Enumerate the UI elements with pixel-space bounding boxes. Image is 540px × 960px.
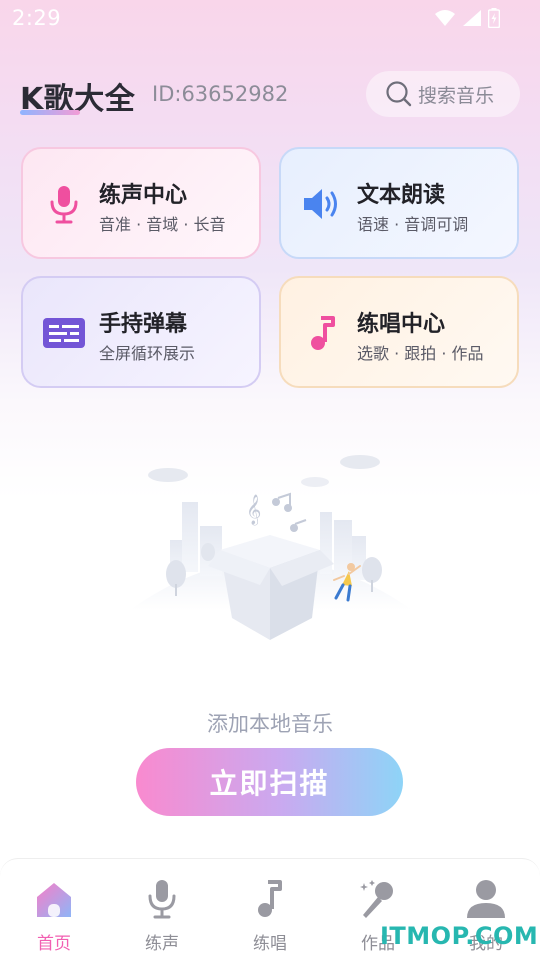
nav-item-vocal[interactable]: 练声 — [108, 859, 216, 960]
magic-mic-icon — [360, 880, 393, 918]
card-title: 手持弹幕 — [99, 312, 188, 337]
user-icon — [467, 880, 505, 918]
nav-label: 首页 — [37, 934, 71, 954]
scan-button[interactable]: 立即扫描 — [136, 748, 403, 816]
subtitles-icon — [43, 318, 85, 348]
nav-item-singing[interactable]: 练唱 — [216, 859, 324, 960]
card-subtitle: 语速 · 音调可调 — [357, 215, 469, 234]
nav-item-home[interactable]: 首页 — [0, 859, 108, 960]
card-text-reading[interactable]: 文本朗读 语速 · 音调可调 — [279, 147, 519, 259]
music-note-icon — [311, 316, 335, 350]
card-title: 练声中心 — [99, 183, 188, 208]
nav-label: 练唱 — [253, 934, 287, 954]
card-handheld-barrage[interactable]: 手持弹幕 全屏循环展示 — [21, 276, 261, 388]
home-icon — [37, 883, 71, 917]
nav-label: 练声 — [145, 934, 179, 954]
svg-text:𝄞: 𝄞 — [246, 494, 261, 526]
microphone-icon — [148, 880, 176, 919]
card-vocal-training[interactable]: 练声中心 音准 · 音域 · 长音 — [21, 147, 261, 259]
header: K歌大全 ID:63652982 搜索音乐 — [0, 68, 540, 118]
card-title: 练唱中心 — [357, 312, 446, 337]
microphone-icon — [50, 186, 78, 224]
status-bar: 2:29 — [0, 0, 540, 40]
battery-charging-icon — [488, 8, 500, 28]
speaker-icon — [304, 189, 337, 219]
watermark: ITMOP.COM — [380, 922, 539, 950]
card-title: 文本朗读 — [357, 183, 446, 208]
search-icon — [386, 81, 412, 107]
card-singing-center[interactable]: 练唱中心 选歌 · 跟拍 · 作品 — [279, 276, 519, 388]
card-subtitle: 音准 · 音域 · 长音 — [99, 215, 226, 234]
wifi-icon — [435, 10, 455, 26]
empty-music-illustration: 𝄞 — [130, 455, 412, 640]
search-box[interactable]: 搜索音乐 — [366, 71, 520, 117]
status-time: 2:29 — [12, 6, 62, 30]
status-icons — [434, 7, 500, 29]
search-placeholder: 搜索音乐 — [418, 84, 495, 107]
card-subtitle: 选歌 · 跟拍 · 作品 — [357, 344, 484, 363]
empty-state-text: 添加本地音乐 — [207, 712, 333, 736]
user-id: ID:63652982 — [152, 82, 289, 106]
card-subtitle: 全屏循环展示 — [99, 344, 196, 363]
title-underline — [20, 110, 80, 115]
signal-icon — [463, 10, 481, 26]
music-note-icon — [258, 880, 282, 917]
